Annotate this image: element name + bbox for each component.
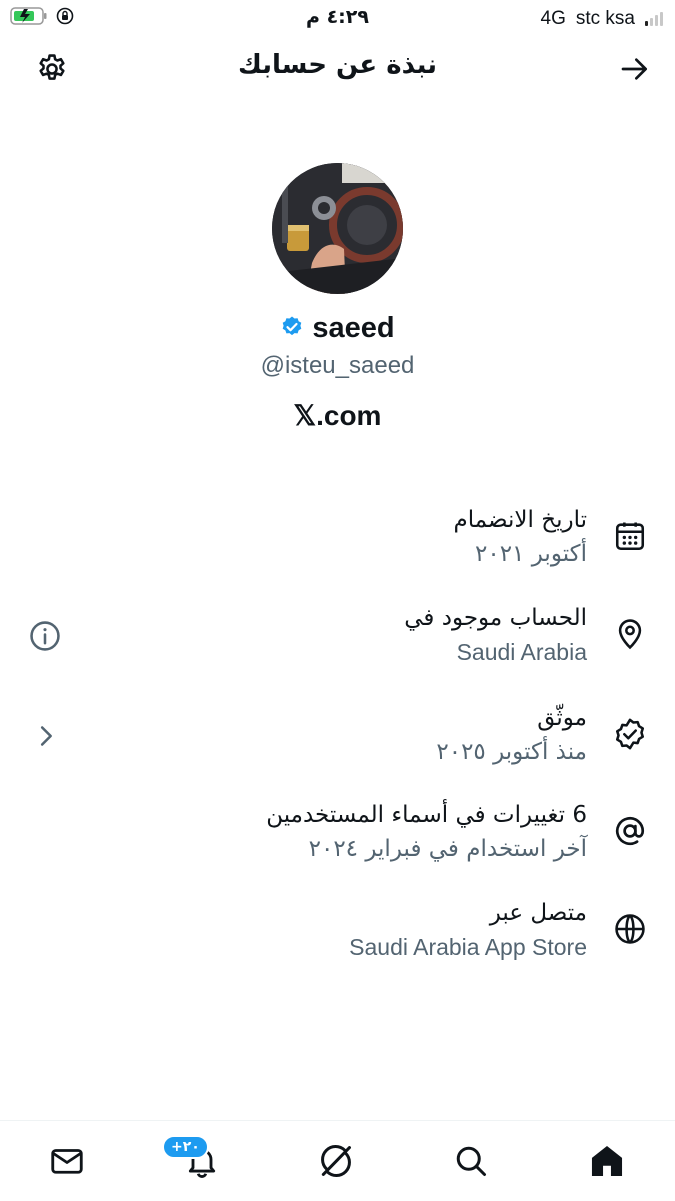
nav-search[interactable] <box>451 1141 491 1181</box>
row-value: Saudi Arabia <box>456 639 587 665</box>
verified-badge-icon <box>613 717 647 751</box>
signal-icon <box>645 12 663 26</box>
bottom-nav: +٢٠ <box>0 1120 675 1201</box>
globe-icon <box>613 912 647 946</box>
page-title: نبذة عن حسابك <box>238 50 437 80</box>
info-icon[interactable] <box>28 619 62 653</box>
avatar[interactable] <box>272 163 403 294</box>
row-title: الحساب موجود في <box>404 605 587 631</box>
row-value: أكتوبر ٢٠٢١ <box>475 541 587 567</box>
info-row-join-date: تاريخ الانضمام أكتوبر ٢٠٢١ <box>0 507 675 597</box>
at-sign-icon <box>613 814 647 848</box>
profile-name-row: saeed <box>0 312 675 345</box>
notifications-badge: +٢٠ <box>162 1135 209 1159</box>
home-icon <box>591 1145 623 1177</box>
row-value: منذ أكتوبر ٢٠٢٥ <box>436 739 587 765</box>
nav-notifications[interactable]: +٢٠ <box>162 1135 222 1181</box>
status-bar-right: 4G stc ksa <box>541 8 663 30</box>
calendar-icon <box>613 519 647 553</box>
row-title: تاريخ الانضمام <box>453 507 587 533</box>
nav-messages[interactable] <box>47 1141 87 1181</box>
username-handle: @isteu_saeed <box>260 352 415 379</box>
grok-icon <box>321 1145 351 1177</box>
info-row-connected-via: متصل عبر Saudi Arabia App Store <box>0 900 675 990</box>
arrow-right-icon <box>621 58 647 80</box>
back-button[interactable] <box>616 50 654 88</box>
display-name: saeed <box>312 312 395 344</box>
network-type: 4G <box>540 8 566 29</box>
carrier-name: stc ksa <box>575 8 635 29</box>
row-title: 6 تغييرات في أسماء المستخدمين <box>266 802 587 828</box>
nav-home[interactable] <box>587 1141 627 1181</box>
nav-grok[interactable] <box>316 1141 356 1181</box>
location-pin-icon <box>613 617 647 651</box>
verified-badge-icon <box>280 315 304 343</box>
info-row-username-changes: 6 تغييرات في أسماء المستخدمين آخر استخدا… <box>0 802 675 892</box>
row-title: موثّق <box>537 705 587 731</box>
row-value: Saudi Arabia App Store <box>349 934 587 960</box>
info-row-location[interactable]: الحساب موجود في Saudi Arabia <box>0 605 675 695</box>
info-row-verified[interactable]: موثّق منذ أكتوبر ٢٠٢٥ <box>0 705 675 795</box>
avatar-photo <box>272 163 403 294</box>
row-title: متصل عبر <box>489 900 587 926</box>
search-icon <box>456 1146 486 1176</box>
chevron-left-icon[interactable] <box>28 719 62 753</box>
mail-icon <box>51 1149 83 1174</box>
site-label: 𝕏.com <box>293 400 382 431</box>
row-value: آخر استخدام في فبراير ٢٠٢٤ <box>308 836 587 862</box>
